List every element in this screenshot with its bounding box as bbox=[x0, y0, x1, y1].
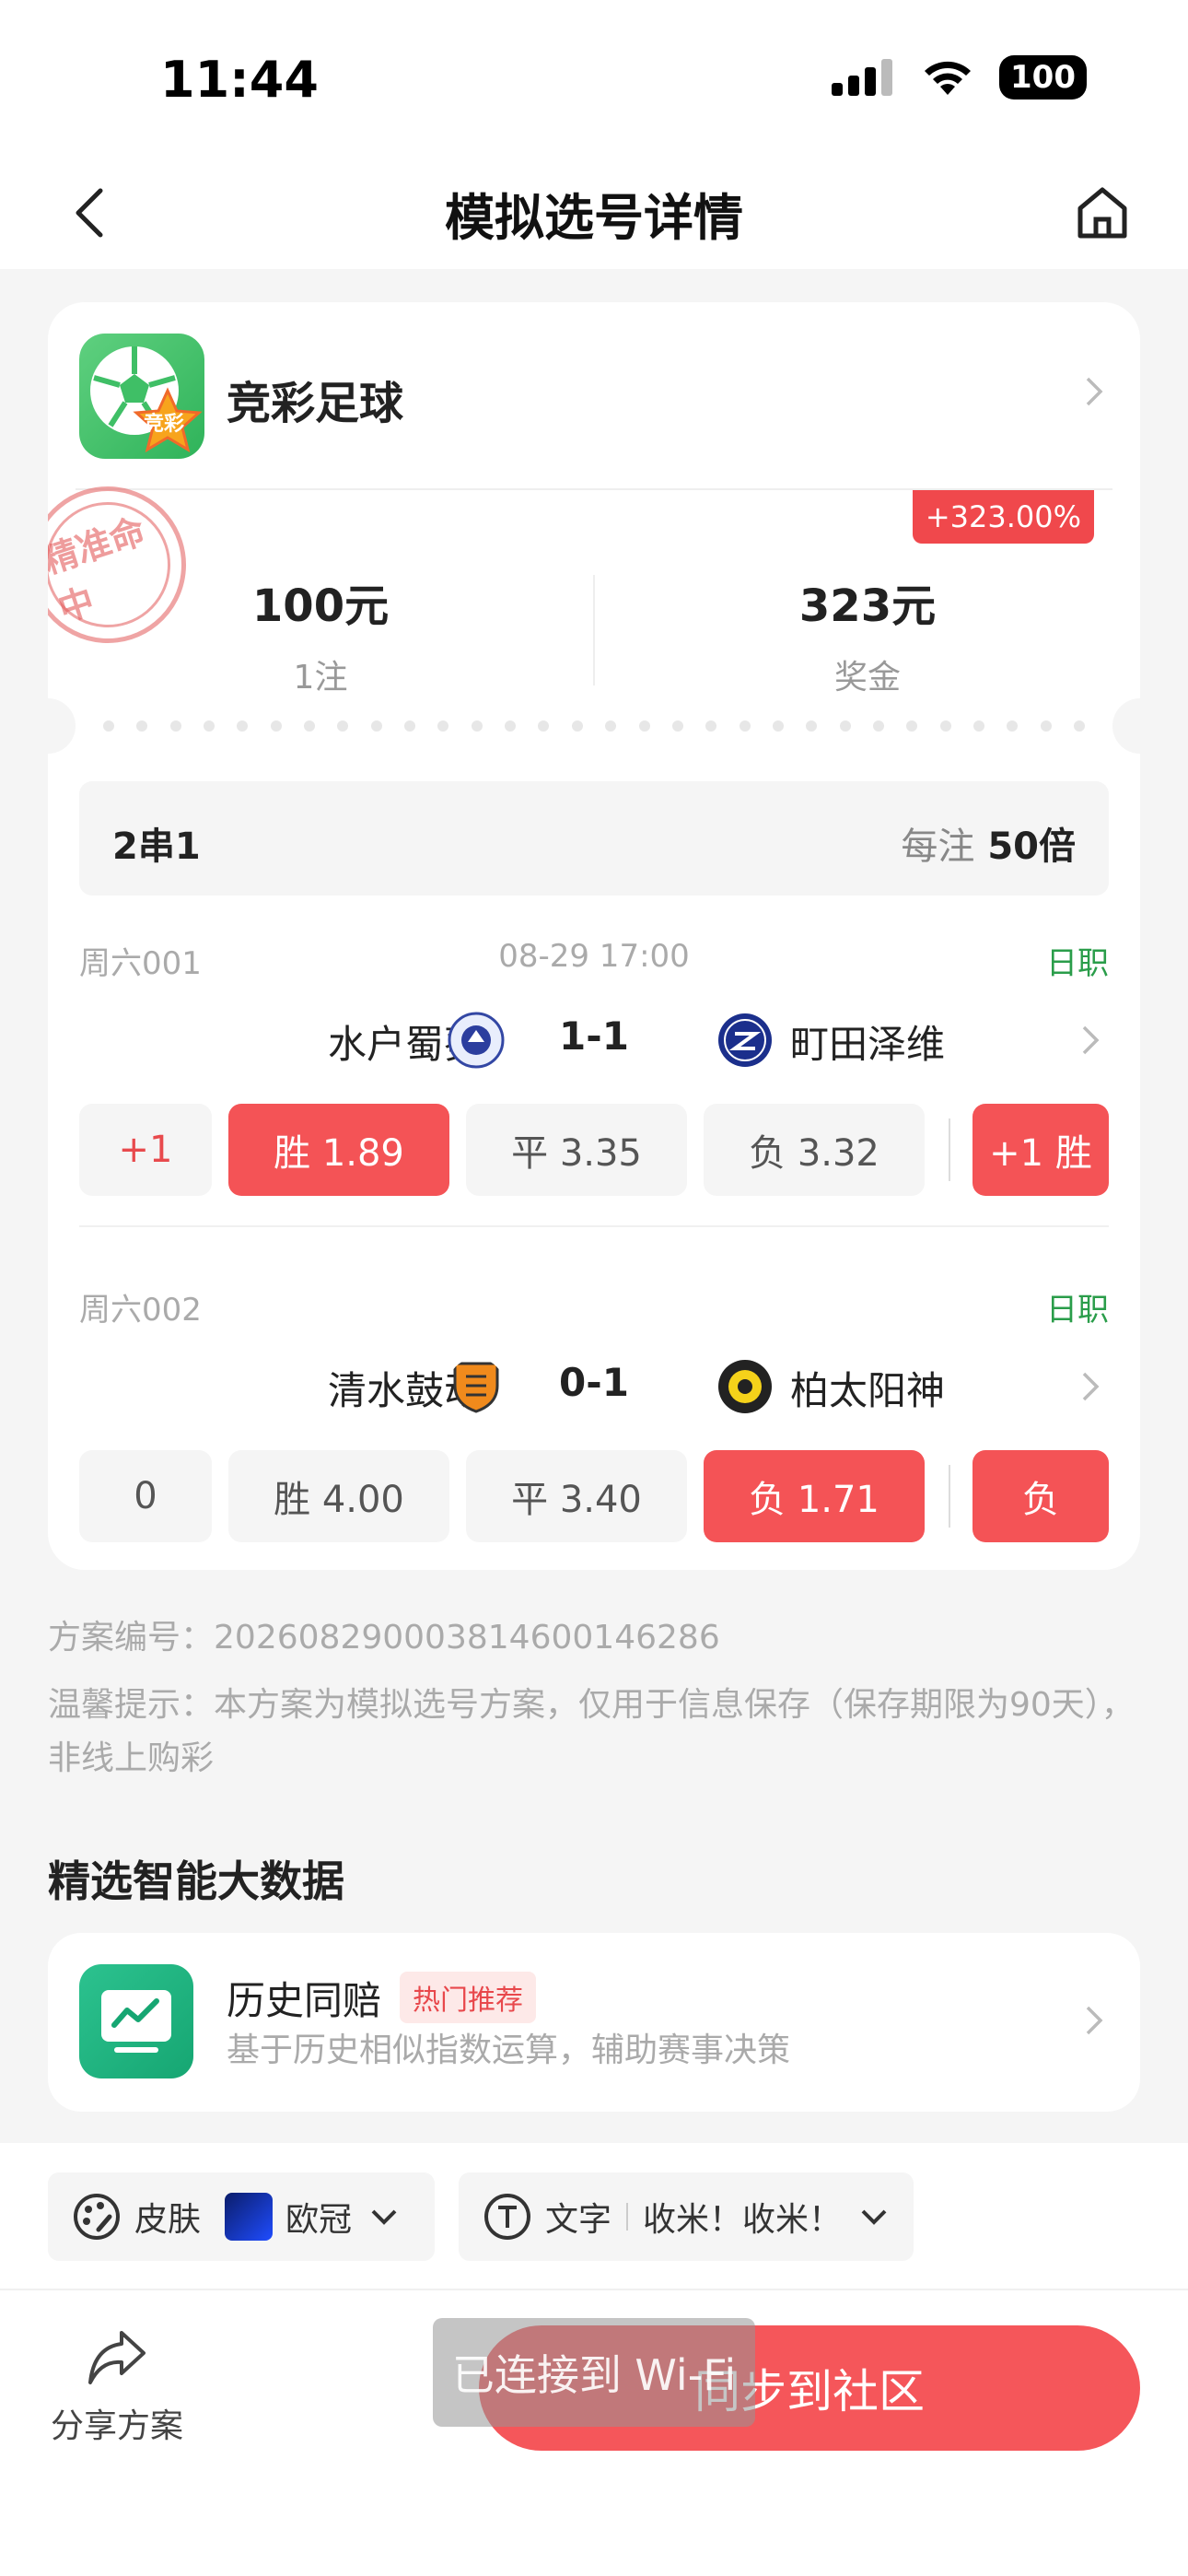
chevron-right-icon bbox=[1086, 377, 1103, 406]
lottery-logo-text: 竞彩 bbox=[144, 413, 185, 436]
lottery-name: 竞彩足球 bbox=[227, 378, 404, 429]
text-selector[interactable]: 文字 收米！收米！ bbox=[459, 2172, 914, 2261]
hot-tag: 热门推荐 bbox=[400, 1972, 536, 2023]
odds-draw[interactable]: 平 3.40 bbox=[466, 1450, 687, 1542]
odds-row: 0 胜 4.00 平 3.40 负 1.71 负 bbox=[79, 1450, 1109, 1542]
feature-title: 历史同赔 bbox=[227, 1978, 382, 2023]
teams-row[interactable]: 水户蜀葵 1-1 町田泽维 bbox=[79, 1002, 1109, 1076]
divider bbox=[626, 2203, 629, 2231]
away-team: 柏太阳神 bbox=[790, 1368, 946, 1413]
odds-lose[interactable]: 负 1.71 bbox=[704, 1450, 925, 1542]
odds-row: +1 胜 1.89 平 3.35 负 3.32 +1 胜 bbox=[79, 1104, 1109, 1196]
ticket-notch bbox=[1112, 698, 1140, 754]
nav-bar: 模拟选号详情 bbox=[0, 157, 1188, 269]
stake-block: 100元 1注 bbox=[48, 569, 593, 698]
plan-id-value: 202608290003814600146286 bbox=[214, 1619, 720, 1657]
match-result: +1 胜 bbox=[973, 1104, 1109, 1196]
plan-id-label: 方案编号： bbox=[48, 1619, 215, 1657]
bottom-bar: 皮肤 欧冠 文字 收米！收米！ 分享方案 同步到社区 已连接到 Wi-Fi bbox=[0, 2143, 1188, 2576]
divider bbox=[0, 2289, 1188, 2290]
match-league: 日职 bbox=[1046, 1292, 1109, 1329]
multiplier-label: 每注 bbox=[901, 825, 975, 868]
lottery-header[interactable]: 竞彩 竞彩足球 bbox=[48, 302, 1140, 488]
skin-value: 欧冠 bbox=[285, 2201, 353, 2239]
text-icon bbox=[483, 2192, 532, 2242]
away-team: 町田泽维 bbox=[790, 1022, 946, 1067]
score: 1-1 bbox=[559, 1013, 629, 1059]
odds-win[interactable]: 胜 4.00 bbox=[228, 1450, 449, 1542]
battery-level: 100 bbox=[1010, 59, 1076, 96]
cellular-signal-icon bbox=[832, 59, 893, 96]
divider bbox=[949, 1118, 950, 1181]
odds-lose[interactable]: 负 3.32 bbox=[704, 1104, 925, 1196]
stake-value: 100元 bbox=[251, 580, 390, 632]
share-label: 分享方案 bbox=[50, 2407, 183, 2445]
skin-thumbnail bbox=[225, 2193, 274, 2241]
handicap: +1 bbox=[79, 1104, 212, 1196]
text-label: 文字 bbox=[545, 2201, 612, 2239]
battery-indicator: 100 bbox=[999, 55, 1087, 100]
plan-id: 方案编号：202608290003814600146286 bbox=[48, 1610, 720, 1658]
skin-label: 皮肤 bbox=[134, 2201, 202, 2239]
feature-desc: 基于历史相似指数运算，辅助赛事决策 bbox=[227, 2032, 791, 2069]
prize-label: 奖金 bbox=[833, 659, 901, 697]
wifi-toast: 已连接到 Wi-Fi bbox=[433, 2318, 755, 2427]
combo-bar: 2串1 每注 50倍 bbox=[79, 781, 1109, 896]
skin-selector[interactable]: 皮肤 欧冠 bbox=[48, 2172, 435, 2261]
feature-card[interactable]: 历史同赔 热门推荐 基于历史相似指数运算，辅助赛事决策 bbox=[48, 1933, 1140, 2112]
profit-badge: +323.00% bbox=[912, 490, 1094, 544]
match-item: 周六001 08-29 17:00 日职 水户蜀葵 1-1 町田泽维 +1 胜 … bbox=[79, 938, 1109, 1270]
match-result: 负 bbox=[973, 1450, 1109, 1542]
multiplier-value: 50倍 bbox=[987, 825, 1076, 868]
status-time: 11:44 bbox=[160, 51, 319, 109]
multiplier: 每注 50倍 bbox=[901, 816, 1076, 870]
palette-icon bbox=[72, 2192, 122, 2242]
chevron-right-icon bbox=[1082, 1025, 1100, 1055]
match-time: 08-29 17:00 bbox=[498, 938, 690, 975]
chart-board-icon bbox=[79, 1964, 193, 2078]
status-icons: 100 bbox=[832, 55, 1087, 100]
match-code: 周六002 bbox=[79, 1292, 202, 1329]
prize-block: 323元 奖金 bbox=[595, 569, 1140, 698]
ticket-notch bbox=[48, 698, 76, 754]
soccer-ball-icon bbox=[90, 346, 203, 453]
page-title: 模拟选号详情 bbox=[445, 189, 743, 247]
divider bbox=[79, 1225, 1109, 1227]
ticket-card: 竞彩 竞彩足球 精准命中 +323.00% 100元 1注 323元 奖金 2串… bbox=[48, 302, 1140, 1570]
match-league: 日职 bbox=[1046, 945, 1109, 982]
stake-label: 1注 bbox=[293, 659, 348, 697]
prize-value: 323元 bbox=[798, 580, 937, 632]
odds-win[interactable]: 胜 1.89 bbox=[228, 1104, 449, 1196]
chevron-right-icon bbox=[1086, 2006, 1103, 2035]
team-crest-icon bbox=[718, 1360, 772, 1413]
teams-row[interactable]: 清水鼓动 0-1 柏太阳神 bbox=[79, 1349, 1109, 1423]
divider bbox=[949, 1465, 950, 1528]
match-item: 周六002 日职 清水鼓动 0-1 柏太阳神 0 胜 4.00 平 3.40 负… bbox=[79, 1284, 1109, 1570]
home-icon bbox=[1077, 187, 1127, 239]
wifi-icon bbox=[925, 61, 972, 95]
text-value: 收米！收米！ bbox=[643, 2201, 843, 2239]
score: 0-1 bbox=[559, 1360, 629, 1405]
perforation bbox=[103, 720, 1085, 735]
share-icon bbox=[88, 2331, 146, 2384]
status-bar: 11:44 100 bbox=[0, 0, 1188, 157]
team-crest-icon bbox=[718, 1013, 772, 1067]
lottery-logo: 竞彩 bbox=[79, 334, 204, 459]
chevron-down-icon bbox=[861, 2209, 887, 2225]
chevron-down-icon bbox=[371, 2209, 397, 2225]
home-button[interactable] bbox=[1068, 179, 1136, 247]
chevron-right-icon bbox=[1082, 1372, 1100, 1401]
share-button[interactable]: 分享方案 bbox=[48, 2327, 186, 2465]
section-title: 精选智能大数据 bbox=[48, 1856, 344, 1906]
odds-draw[interactable]: 平 3.35 bbox=[466, 1104, 687, 1196]
handicap: 0 bbox=[79, 1450, 212, 1542]
combo-type: 2串1 bbox=[112, 825, 201, 868]
tip-text: 温馨提示：本方案为模拟选号方案，仅用于信息保存（保存期限为90天），非线上购彩 bbox=[48, 1686, 1135, 1777]
